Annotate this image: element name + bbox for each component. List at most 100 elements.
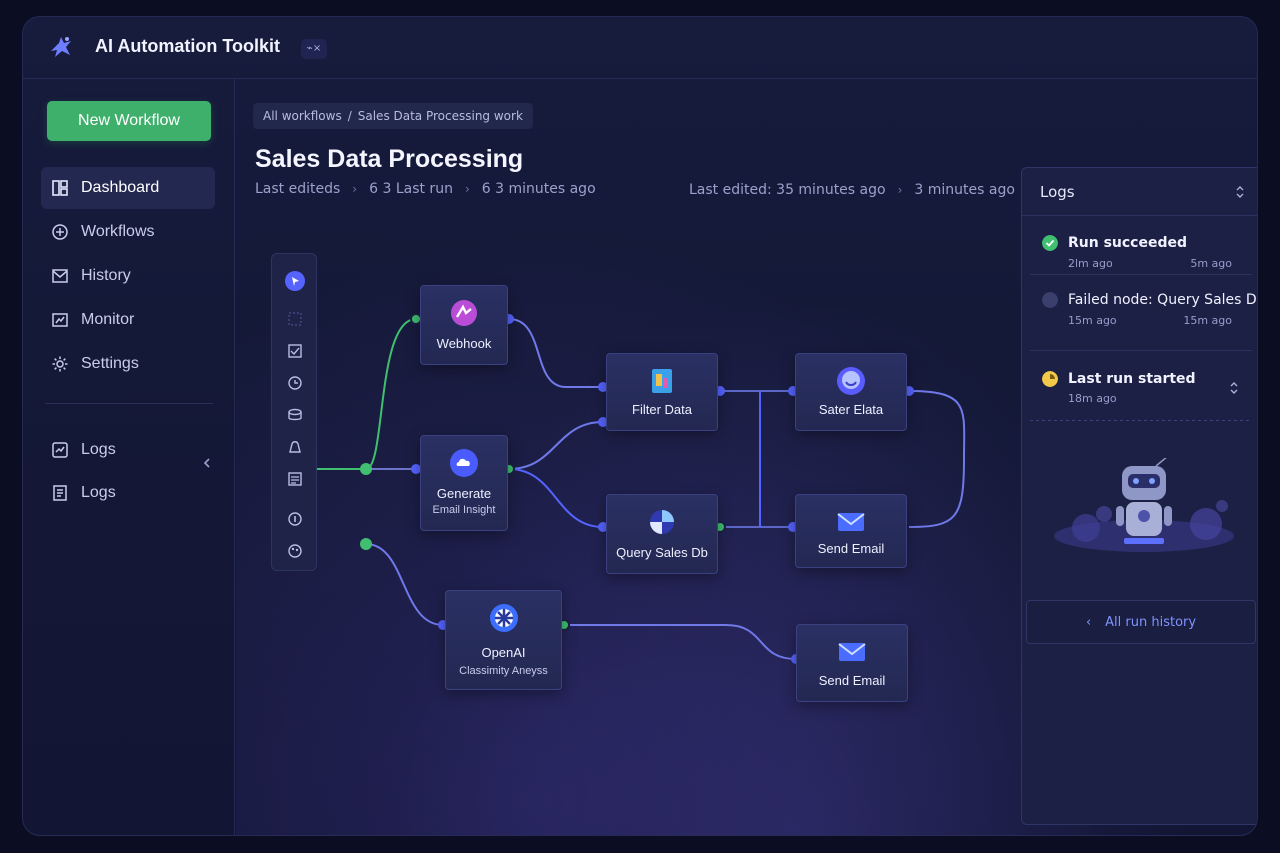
sidebar-item-label: Logs: [81, 441, 116, 458]
palette-icon[interactable]: [284, 540, 306, 562]
cursor-icon[interactable]: [284, 270, 306, 292]
logs-icon: [52, 442, 68, 458]
wire: [365, 543, 444, 626]
node-label: Query Sales Db: [616, 545, 708, 560]
gear-icon: [52, 356, 68, 372]
log-entry[interactable]: Run succeeded 2lm ago 5m ago: [1030, 228, 1252, 286]
port: [360, 463, 372, 475]
list-icon[interactable]: [284, 468, 306, 490]
main-canvas-area: All workflows / Sales Data Processing wo…: [236, 79, 1257, 835]
sidebar-item-logs-2[interactable]: Logs: [41, 472, 215, 514]
node-openai[interactable]: OpenAI Classimity Aneyss: [445, 590, 562, 690]
all-run-history-button[interactable]: ‹ All run history: [1026, 600, 1256, 644]
node-query-sales-db[interactable]: Query Sales Db: [606, 494, 718, 574]
sidebar-item-label: Settings: [81, 355, 139, 372]
log-time: 5m ago: [1190, 257, 1232, 270]
log-title: Last run started: [1068, 371, 1196, 387]
filter-icon: [652, 369, 672, 393]
node-sater-elata[interactable]: Sater Elata: [795, 353, 907, 431]
checkbox-icon[interactable]: [284, 340, 306, 362]
smile-icon: [837, 367, 865, 395]
log-time: 15m ago: [1068, 314, 1117, 327]
plus-circle-icon: [52, 224, 68, 240]
node-palette: [271, 253, 317, 571]
sidebar-item-history[interactable]: History: [41, 255, 215, 297]
app-title: AI Automation Toolkit: [95, 36, 280, 56]
envelope-icon: [838, 643, 866, 661]
log-time: 2lm ago: [1068, 257, 1113, 270]
logs-title: Logs: [1040, 183, 1075, 201]
wire: [564, 624, 797, 660]
expand-collapse-icon[interactable]: [1228, 380, 1240, 396]
monitor-icon: [52, 313, 68, 327]
wire: [508, 421, 604, 470]
query-icon: [650, 510, 674, 534]
running-status-icon: [1042, 371, 1058, 387]
log-title: Run succeeded: [1068, 235, 1188, 251]
log-divider: [1030, 420, 1252, 421]
sidebar-item-label: Logs: [81, 484, 116, 501]
wire: [314, 318, 417, 470]
sidebar-item-label: Monitor: [81, 311, 135, 328]
sidebar-item-settings[interactable]: Settings: [41, 343, 215, 385]
collapse-sidebar-icon[interactable]: [201, 457, 213, 469]
top-bar: AI Automation Toolkit ⌁×: [23, 17, 1257, 79]
node-label: Filter Data: [632, 402, 692, 417]
node-label: Sater Elata: [818, 402, 884, 417]
expand-collapse-icon[interactable]: [1234, 184, 1246, 200]
node-label: Webhook: [436, 336, 492, 351]
port: [360, 538, 372, 550]
app-window: AI Automation Toolkit ⌁× New Workflow Da…: [22, 16, 1258, 836]
sidebar-item-logs[interactable]: Logs: [41, 429, 215, 471]
sidebar-item-monitor[interactable]: Monitor: [41, 299, 215, 341]
webhook-icon: [451, 300, 477, 326]
document-icon: [53, 485, 67, 501]
log-entry[interactable]: Last run started 18m ago: [1030, 364, 1252, 420]
node-label: Generate: [436, 486, 492, 501]
wire: [508, 318, 603, 388]
log-divider: [1030, 274, 1252, 275]
title-badge[interactable]: ⌁×: [301, 39, 327, 59]
bell-icon[interactable]: [284, 436, 306, 458]
log-title: Failed node: Query Sales DB: [1068, 292, 1258, 308]
cloud-icon: [450, 449, 478, 477]
check-circle-icon: [1042, 235, 1058, 251]
node-label: Send Email: [817, 541, 885, 556]
wire: [508, 468, 604, 528]
robot-illustration: [1054, 458, 1234, 552]
failed-status-icon: [1042, 292, 1058, 308]
node-send-email-2[interactable]: Send Email: [796, 624, 908, 702]
new-workflow-button[interactable]: New Workflow: [47, 101, 211, 141]
info-icon[interactable]: [284, 508, 306, 530]
log-time: 18m ago: [1068, 392, 1117, 405]
log-divider: [1030, 350, 1252, 351]
node-filter-data[interactable]: Filter Data: [606, 353, 718, 431]
dashboard-icon: [52, 180, 68, 196]
sidebar-item-label: Workflows: [81, 223, 155, 240]
node-generate-email-insight[interactable]: Generate Email Insight: [420, 435, 508, 531]
grid-icon[interactable]: [284, 308, 306, 330]
node-sublabel: Classimity Aneyss: [459, 665, 548, 677]
history-label: All run history: [1105, 614, 1197, 630]
clock-icon[interactable]: [284, 372, 306, 394]
log-entry[interactable]: Failed node: Query Sales DB 15m ago 15m …: [1030, 284, 1257, 344]
node-webhook[interactable]: Webhook: [420, 285, 508, 365]
node-sublabel: Email Insight: [432, 504, 496, 516]
chevron-left-icon: ‹: [1085, 614, 1092, 630]
sidebar-item-workflows[interactable]: Workflows: [41, 211, 215, 253]
logs-header[interactable]: Logs: [1022, 168, 1257, 216]
node-send-email-1[interactable]: Send Email: [795, 494, 907, 568]
node-label: OpenAI: [481, 645, 526, 660]
log-time: 15m ago: [1183, 314, 1232, 327]
sidebar-item-label: Dashboard: [81, 179, 160, 196]
logo-icon: [51, 37, 71, 57]
sidebar: New Workflow Dashboard Workflows History: [23, 79, 235, 835]
openai-icon: [489, 604, 518, 632]
logs-panel: Logs Run succeeded 2lm ago 5m ago Failed…: [1021, 167, 1257, 825]
sidebar-divider: [45, 403, 213, 404]
sidebar-item-dashboard[interactable]: Dashboard: [41, 167, 215, 209]
wire: [908, 390, 966, 528]
envelope-icon: [837, 513, 865, 531]
sidebar-item-label: History: [81, 267, 131, 284]
database-icon[interactable]: [284, 404, 306, 426]
